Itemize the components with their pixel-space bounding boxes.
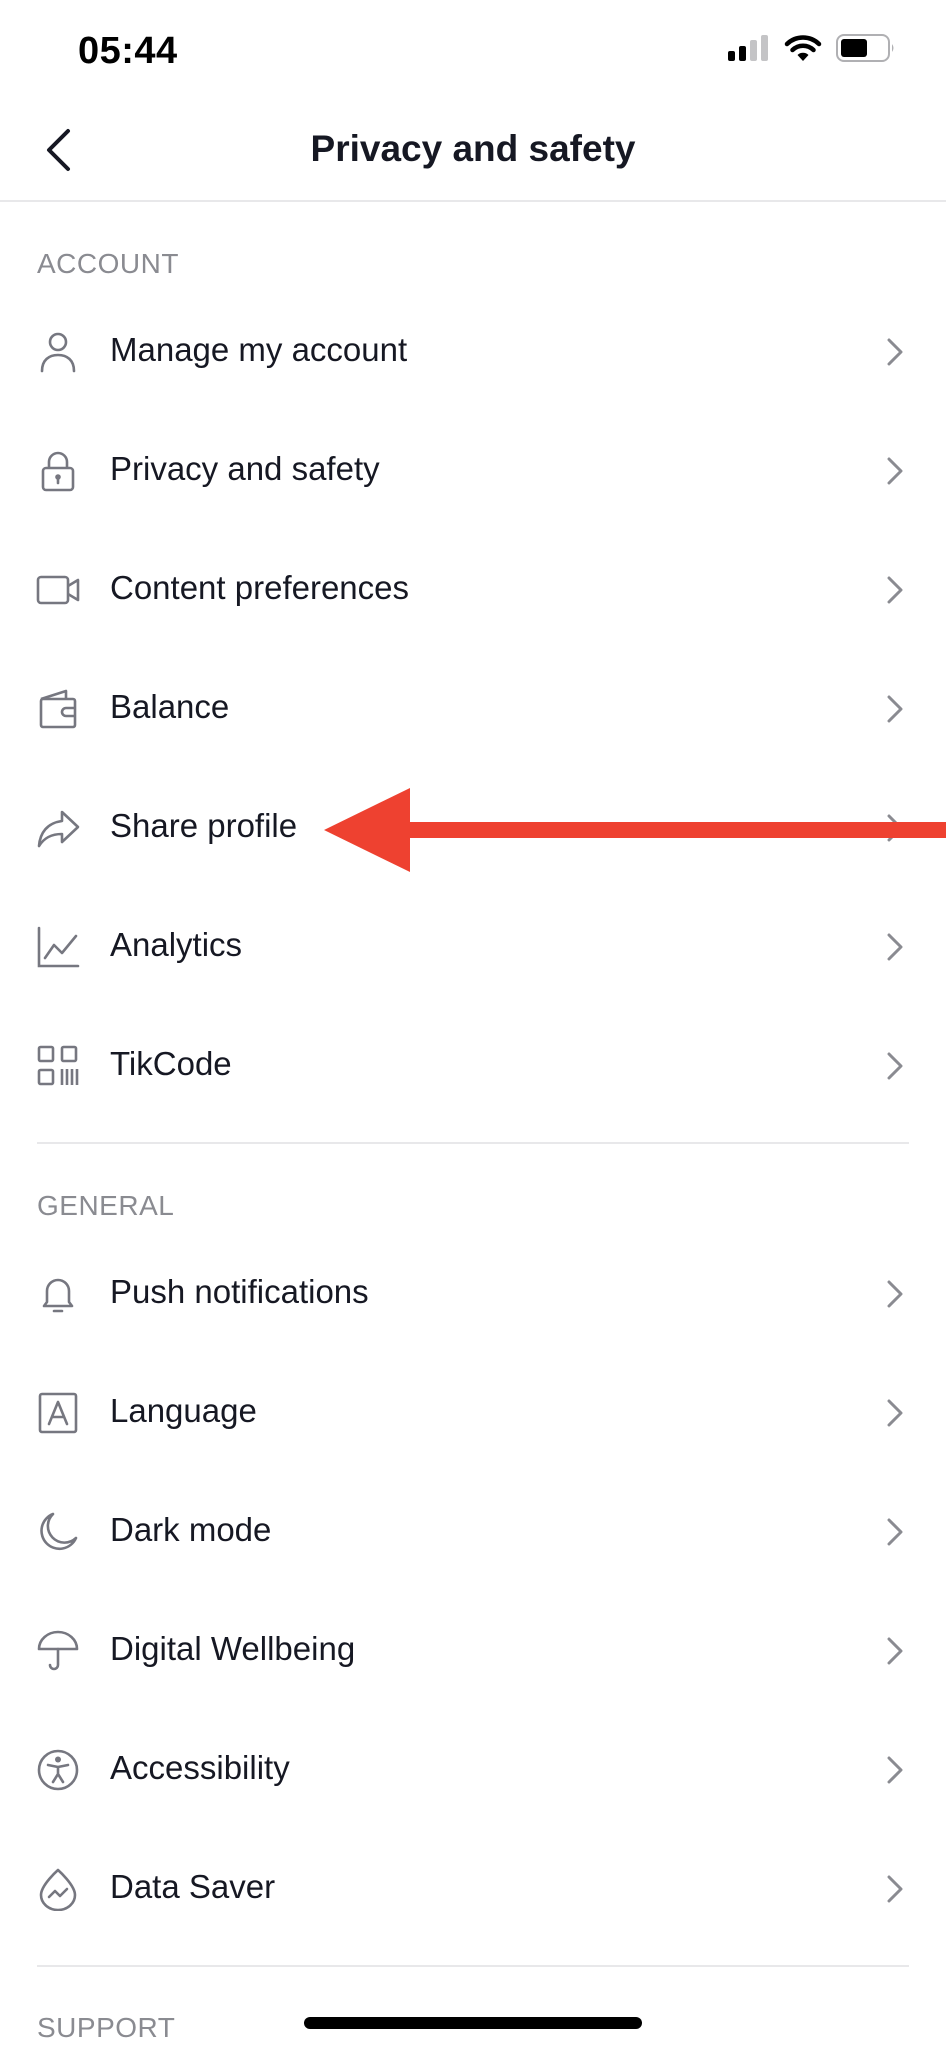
section-header-account: ACCOUNT: [37, 248, 179, 279]
qr-code-icon: [37, 1045, 79, 1086]
chevron-right-icon: [887, 1399, 903, 1427]
menu-item-balance[interactable]: Balance: [0, 649, 946, 768]
data-saver-icon: [39, 1868, 77, 1911]
person-icon: [40, 332, 76, 373]
umbrella-icon: [37, 1630, 79, 1671]
chevron-right-icon: [887, 1518, 903, 1546]
menu-item-label: Share profile: [110, 807, 298, 844]
chevron-right-icon: [887, 1756, 903, 1784]
section-divider: [37, 1142, 909, 1144]
menu-item-data-saver[interactable]: Data Saver: [0, 1829, 946, 1948]
chevron-right-icon: [887, 576, 903, 604]
menu-item-label: Data Saver: [110, 1868, 276, 1905]
menu-item-tikcode[interactable]: TikCode: [0, 1006, 946, 1125]
battery-level: [841, 39, 867, 57]
menu-item-digital-wellbeing[interactable]: Digital Wellbeing: [0, 1591, 946, 1710]
menu-item-analytics[interactable]: Analytics: [0, 887, 946, 1006]
section-divider: [37, 1965, 909, 1967]
menu-item-content-preferences[interactable]: Content preferences: [0, 530, 946, 649]
chevron-right-icon: [887, 933, 903, 961]
wallet-icon: [39, 689, 77, 729]
chevron-right-icon: [887, 1875, 903, 1903]
accessibility-icon: [37, 1749, 79, 1791]
page-title: Privacy and safety: [310, 128, 636, 169]
menu-item-label: Dark mode: [110, 1511, 272, 1548]
menu-item-privacy-safety[interactable]: Privacy and safety: [0, 411, 946, 530]
chevron-right-icon: [887, 1052, 903, 1080]
lock-icon: [41, 451, 75, 492]
chevron-right-icon: [887, 1280, 903, 1308]
menu-item-accessibility[interactable]: Accessibility: [0, 1710, 946, 1829]
chevron-right-icon: [887, 338, 903, 366]
menu-item-push-notifications[interactable]: Push notifications: [0, 1234, 946, 1353]
section-header-support: SUPPORT: [37, 2012, 176, 2043]
menu-item-label: TikCode: [110, 1045, 232, 1082]
chevron-right-icon: [887, 457, 903, 485]
menu-item-label: Analytics: [110, 926, 243, 963]
status-icons: [728, 34, 896, 62]
menu-item-label: Push notifications: [110, 1273, 369, 1310]
home-indicator[interactable]: [304, 2017, 642, 2029]
share-icon: [37, 810, 80, 848]
cellular-signal-icon: [728, 35, 768, 61]
chevron-right-icon: [887, 695, 903, 723]
language-icon: [38, 1392, 78, 1434]
status-bar: 05:44: [0, 0, 946, 100]
menu-item-label: Balance: [110, 688, 230, 725]
menu-item-label: Manage my account: [110, 331, 408, 368]
nav-bar: Privacy and safety: [0, 100, 946, 202]
menu-item-manage-account[interactable]: Manage my account: [0, 292, 946, 411]
menu-item-label: Language: [110, 1392, 257, 1429]
menu-item-label: Digital Wellbeing: [110, 1630, 356, 1667]
annotation-arrow: [324, 788, 946, 872]
menu-item-language[interactable]: Language: [0, 1353, 946, 1472]
bell-icon: [42, 1278, 74, 1313]
menu-item-dark-mode[interactable]: Dark mode: [0, 1472, 946, 1591]
moon-icon: [40, 1512, 78, 1551]
chart-icon: [37, 926, 80, 968]
wifi-icon: [784, 35, 822, 61]
menu-item-label: Accessibility: [110, 1749, 290, 1786]
video-camera-icon: [36, 575, 80, 605]
menu-item-label: Privacy and safety: [110, 450, 380, 487]
menu-item-label: Content preferences: [110, 569, 410, 606]
battery-icon: [836, 34, 894, 62]
chevron-right-icon: [887, 1637, 903, 1665]
section-header-general: GENERAL: [37, 1190, 175, 1221]
status-time: 05:44: [78, 30, 178, 72]
